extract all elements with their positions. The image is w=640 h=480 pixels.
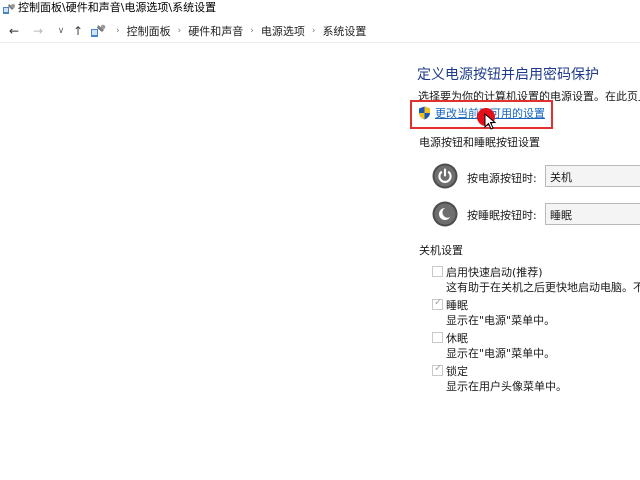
sleep-checkbox[interactable] bbox=[432, 297, 443, 310]
hibernate-option-description: 显示在"电源"菜单中。 bbox=[446, 347, 556, 360]
up-button[interactable]: ↑ bbox=[70, 23, 86, 39]
fast-startup-description: 这有助于在关机之后更快地启动电脑。不会 bbox=[446, 281, 640, 294]
hibernate-checkbox[interactable] bbox=[432, 332, 443, 343]
breadcrumb-system-settings[interactable]: 系统设置 bbox=[322, 23, 366, 39]
power-buttons-section-title: 电源按钮和睡眠按钮设置 bbox=[419, 136, 540, 149]
sleep-option-description: 显示在"电源"菜单中。 bbox=[446, 314, 556, 327]
lock-option-description: 显示在用户头像菜单中。 bbox=[446, 380, 567, 393]
breadcrumb-separator-icon: › bbox=[116, 26, 120, 36]
sleep-button-label: 按睡眠按钮时: bbox=[467, 209, 537, 222]
title-bar: 控制面板\硬件和声音\电源选项\系统设置 bbox=[0, 0, 640, 18]
hibernate-option-label: 休眠 bbox=[446, 332, 468, 345]
power-icon bbox=[432, 163, 458, 189]
back-button[interactable]: ← bbox=[6, 23, 22, 39]
address-bar: ← → ∨ ↑ › 控制面板 › 硬件和声音 › 电源选项 › 系统设置 bbox=[0, 20, 640, 43]
breadcrumb-separator-icon: › bbox=[177, 26, 182, 36]
control-panel-icon bbox=[91, 24, 106, 37]
fast-startup-checkbox[interactable] bbox=[432, 266, 443, 277]
recent-locations-chevron-down-icon[interactable]: ∨ bbox=[53, 23, 69, 39]
window-title: 控制面板\硬件和声音\电源选项\系统设置 bbox=[18, 1, 217, 14]
shutdown-settings-section-title: 关机设置 bbox=[419, 244, 463, 257]
breadcrumb-separator-icon: › bbox=[250, 26, 254, 36]
power-button-action-select[interactable]: 关机 bbox=[545, 165, 640, 187]
fast-startup-label: 启用快速启动(推荐) bbox=[446, 266, 543, 279]
lock-checkbox[interactable] bbox=[432, 363, 443, 376]
breadcrumb-control-panel[interactable]: 控制面板 bbox=[127, 23, 171, 39]
sleep-option-label: 睡眠 bbox=[446, 299, 468, 312]
mouse-pointer-icon bbox=[484, 113, 497, 130]
lock-option-label: 锁定 bbox=[446, 365, 468, 378]
sleep-button-action-select[interactable]: 睡眠 bbox=[545, 203, 640, 225]
sleep-icon bbox=[432, 201, 458, 227]
power-button-label: 按电源按钮时: bbox=[467, 172, 537, 185]
breadcrumb-power-options[interactable]: 电源选项 bbox=[261, 23, 305, 39]
page-title: 定义电源按钮并启用密码保护 bbox=[417, 67, 599, 83]
forward-button[interactable]: → bbox=[30, 23, 46, 39]
breadcrumb-hardware-sound[interactable]: 硬件和声音 bbox=[188, 23, 243, 39]
breadcrumb-separator-icon: › bbox=[311, 26, 316, 36]
breadcrumb: › 控制面板 › 硬件和声音 › 电源选项 › 系统设置 bbox=[109, 23, 366, 39]
control-panel-icon bbox=[3, 4, 15, 14]
